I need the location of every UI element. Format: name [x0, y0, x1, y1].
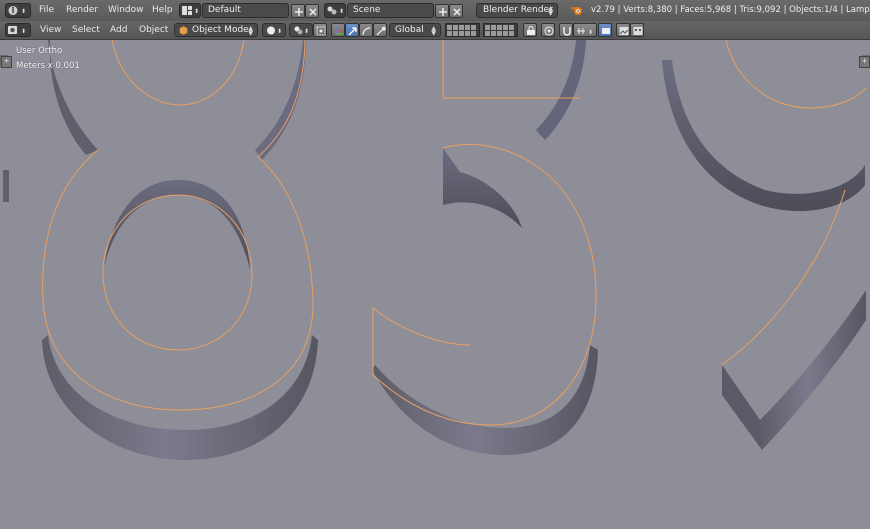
render-engine-label: Blender Render [483, 5, 553, 15]
render-only-button[interactable] [598, 23, 612, 37]
grid-units-label: Meters x 0.001 [16, 61, 80, 71]
add-layout-button[interactable] [291, 4, 305, 18]
svg-text:⬍: ⬍ [304, 28, 309, 35]
view-name-label: User Ortho [16, 46, 63, 56]
editor-type-info-button[interactable]: ⬍ [5, 3, 31, 18]
close-icon [453, 8, 461, 16]
pivot-point-dropdown[interactable]: ⬍ [289, 23, 313, 37]
center-points-icon [316, 26, 326, 36]
svg-text:⬍: ⬍ [339, 8, 344, 15]
svg-text:⬍: ⬍ [277, 28, 282, 35]
menu-file[interactable]: File [39, 0, 54, 21]
menu-render[interactable]: Render [66, 0, 98, 21]
snap-magnet-icon [563, 27, 571, 36]
plus-icon: + [3, 57, 10, 65]
scene-layers-group-2[interactable] [483, 23, 518, 37]
delete-scene-button[interactable] [449, 4, 463, 18]
screen-layout-name: Default [208, 5, 241, 15]
menu-window[interactable]: Window [108, 0, 144, 21]
menu-object[interactable]: Object [139, 21, 168, 39]
screen-layout-field[interactable]: Default [202, 3, 289, 18]
scene-selector-button[interactable]: ⬍ [324, 3, 346, 18]
transform-orientation-label: Global [395, 25, 424, 35]
opengl-render-animation-button[interactable] [630, 23, 644, 37]
rotate-icon [362, 27, 371, 36]
svg-text:⬍: ⬍ [194, 8, 199, 15]
viewport-canvas [0, 40, 870, 529]
updown-icon: ▲ ▼ [431, 25, 436, 37]
rotate-manipulator-button[interactable] [359, 23, 373, 37]
3d-view-icon: ⬍ [8, 26, 26, 35]
translate-arrow-icon [348, 27, 357, 36]
scale-manipulator-button[interactable] [373, 23, 387, 37]
scene-field[interactable]: Scene [347, 3, 434, 18]
delete-layout-button[interactable] [305, 4, 319, 18]
scene-layers-group-1[interactable] [445, 23, 480, 37]
manipulate-center-points-button[interactable] [313, 23, 327, 37]
updown-icon: ▲ ▼ [548, 5, 553, 17]
toolshelf-expand-button[interactable]: + [1, 56, 12, 68]
info-icon: ⬍ [8, 6, 26, 15]
menu-select[interactable]: Select [72, 21, 100, 39]
translate-manipulator-button[interactable] [345, 23, 359, 37]
transform-orientation-dropdown[interactable]: Global ▲ ▼ [389, 23, 441, 37]
screen-layout-button[interactable]: ⬍ [179, 3, 201, 18]
add-scene-button[interactable] [435, 4, 449, 18]
svg-text:⬍: ⬍ [21, 8, 26, 15]
updown-icon: ▲ ▼ [248, 25, 253, 37]
plus-icon [439, 8, 447, 16]
object-mode-icon [179, 25, 188, 36]
viewport-shading-dropdown[interactable]: ⬍ [262, 23, 286, 37]
opengl-render-image-button[interactable] [616, 23, 630, 37]
3d-viewport[interactable]: User Ortho Meters x 0.001 + + [0, 40, 870, 529]
close-icon [309, 8, 317, 16]
scene-statistics: v2.79 | Verts:8,380 | Faces:5,968 | Tris… [591, 5, 870, 15]
properties-expand-button[interactable]: + [859, 56, 870, 68]
info-header: ⬍ File Render Window Help ⬍ Default ⬍ Sc… [0, 0, 870, 22]
render-animation-icon [633, 27, 643, 35]
solid-shading-icon: ⬍ [267, 26, 282, 35]
menu-view[interactable]: View [40, 21, 61, 39]
layer-lock-button[interactable] [523, 23, 537, 37]
interaction-mode-label: Object Mode [192, 25, 249, 35]
render-engine-dropdown[interactable]: Blender Render ▲ ▼ [476, 3, 558, 18]
proportional-edit-icon [544, 26, 554, 36]
render-still-icon [619, 27, 629, 35]
proportional-editing-button[interactable] [541, 23, 555, 37]
svg-text:⬍: ⬍ [21, 28, 26, 35]
camera-view-icon [602, 28, 610, 34]
plus-icon [295, 8, 303, 16]
layout-icon: ⬍ [182, 6, 199, 15]
side-shadow [3, 170, 9, 202]
transform-manipulator-toggle[interactable] [331, 23, 345, 37]
blender-logo-icon [571, 7, 582, 15]
pivot-point-icon: ⬍ [294, 26, 309, 35]
snap-increment-icon: ⬍ [577, 28, 593, 36]
svg-text:⬍: ⬍ [588, 29, 593, 36]
menu-add[interactable]: Add [110, 21, 127, 39]
editor-type-3dview-button[interactable]: ⬍ [5, 23, 31, 37]
manipulator-icon [335, 27, 343, 35]
scene-icon: ⬍ [327, 6, 344, 15]
menu-help[interactable]: Help [152, 0, 173, 21]
plus-icon: + [861, 57, 868, 65]
scene-name: Scene [353, 5, 381, 15]
view3d-header: ⬍ View Select Add Object Object Mode ▲ ▼ … [0, 21, 870, 40]
snap-element-dropdown[interactable]: ⬍ [573, 23, 597, 37]
layer-lock-icon [527, 26, 535, 35]
scale-icon [376, 27, 386, 36]
snap-toggle-button[interactable] [559, 23, 573, 37]
interaction-mode-dropdown[interactable]: Object Mode ▲ ▼ [174, 23, 258, 37]
